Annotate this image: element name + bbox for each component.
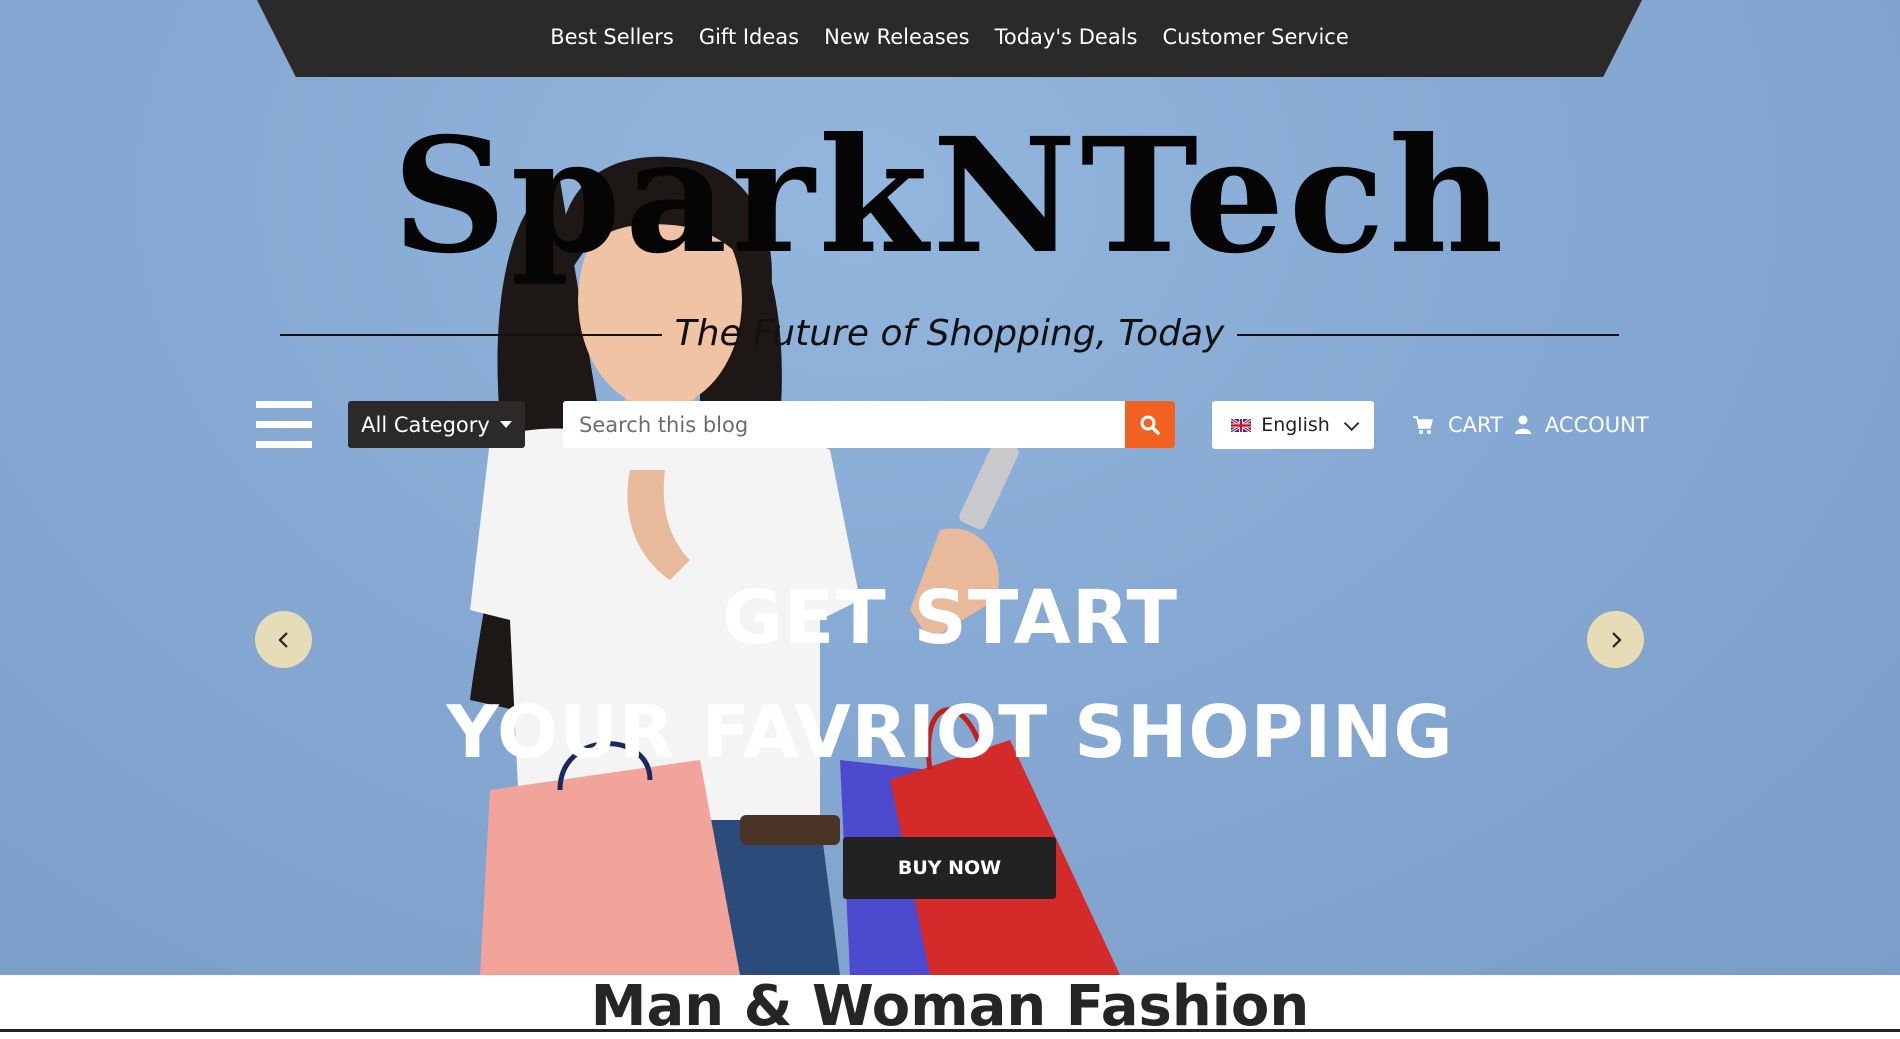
top-navigation: Best Sellers Gift Ideas New Releases Tod… [257, 0, 1642, 77]
hero-banner: Best Sellers Gift Ideas New Releases Tod… [0, 0, 1900, 975]
tagline-block: The Future of Shopping, Today [280, 313, 1619, 357]
user-links: CART ACCOUNT [1412, 401, 1649, 449]
category-label: All Category [361, 412, 490, 437]
nav-gift-ideas[interactable]: Gift Ideas [699, 25, 799, 53]
uk-flag-icon [1231, 418, 1252, 432]
cart-label: CART [1448, 413, 1503, 437]
section-title: Man & Woman Fashion [590, 974, 1310, 1039]
search-bar [563, 401, 1175, 448]
account-label: ACCOUNT [1544, 413, 1649, 437]
cart-icon [1413, 416, 1433, 434]
chevron-down-icon [1343, 415, 1360, 431]
nav-best-sellers[interactable]: Best Sellers [550, 25, 674, 53]
cart-link[interactable]: CART [1412, 413, 1503, 437]
user-icon [1514, 415, 1531, 434]
search-button[interactable] [1125, 401, 1175, 448]
nav-customer-service[interactable]: Customer Service [1162, 25, 1348, 53]
nav-new-releases[interactable]: New Releases [824, 25, 969, 53]
category-dropdown-button[interactable]: All Category [348, 401, 525, 448]
language-selector[interactable]: English [1212, 401, 1374, 449]
search-input[interactable] [563, 401, 1125, 448]
nav-todays-deals[interactable]: Today's Deals [995, 25, 1138, 53]
buy-now-button[interactable]: BUY NOW [843, 837, 1056, 899]
account-link[interactable]: ACCOUNT [1514, 413, 1649, 437]
brand-logo[interactable]: SparkNTech [0, 118, 1900, 276]
hero-headline-line1: GET START [722, 575, 1178, 661]
caret-down-icon [499, 421, 512, 428]
hero-headline-line2: YOUR FAVRIOT SHOPING [446, 690, 1454, 774]
tagline-divider-right [1237, 334, 1619, 336]
language-label: English [1261, 414, 1330, 436]
search-icon [1140, 415, 1160, 435]
menu-hamburger-icon[interactable] [256, 401, 312, 448]
